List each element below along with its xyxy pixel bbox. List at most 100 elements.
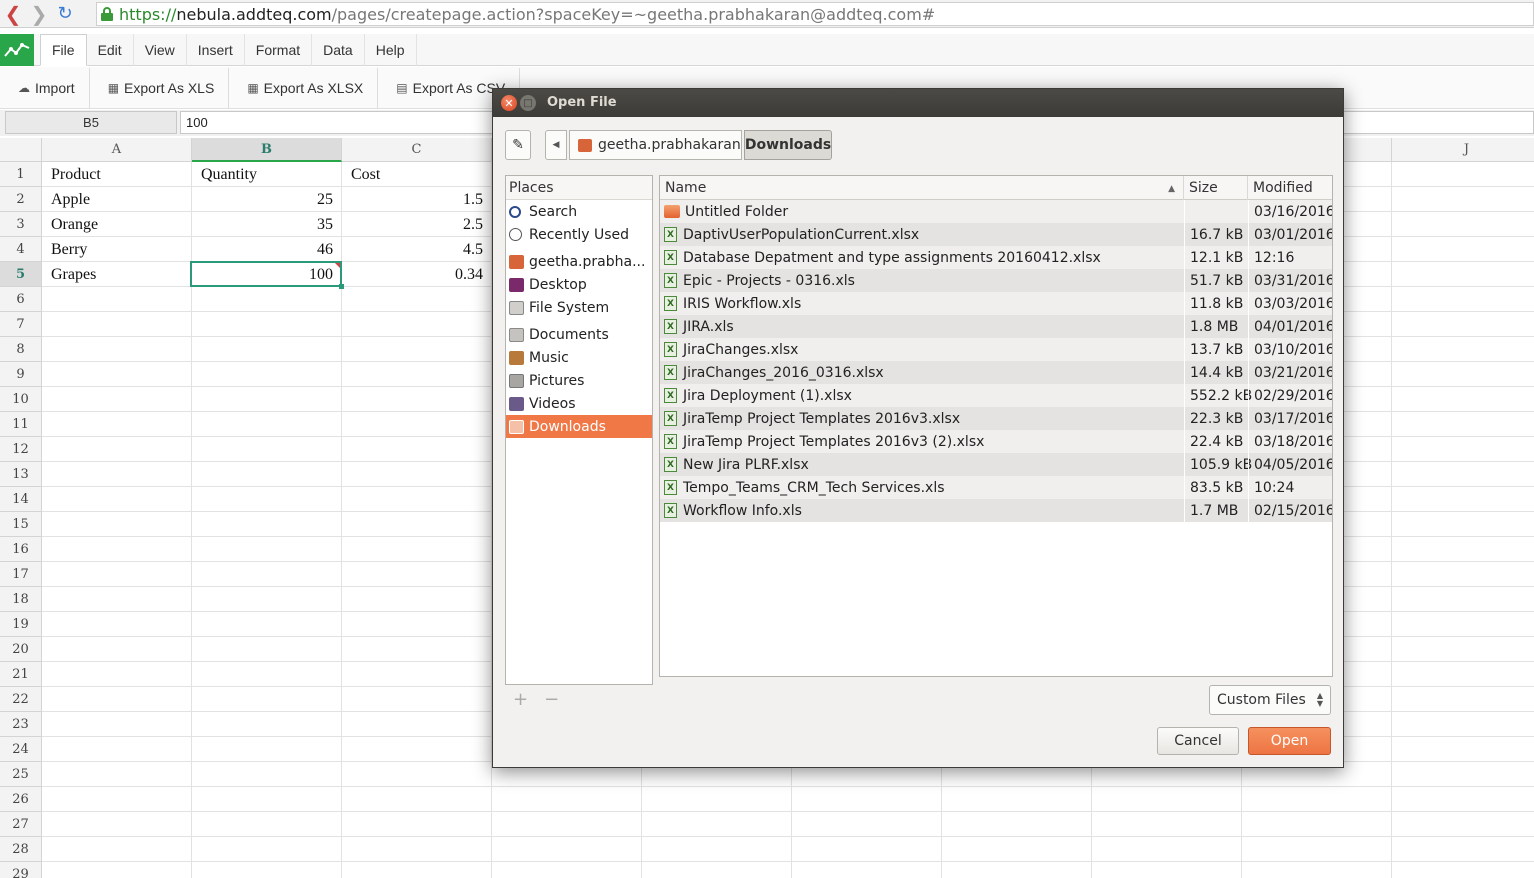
breadcrumb-home[interactable]: geetha.prabhakaran [569,130,742,160]
row-header[interactable]: 5 [0,262,42,287]
cell-b1[interactable]: Quantity [192,162,342,187]
file-row[interactable]: X Database Depatment and type assignments… [660,246,1332,269]
file-row[interactable]: X JiraTemp Project Templates 2016v3.xlsx 2… [660,407,1332,430]
place-geetha-prabha[interactable]: geetha.prabha... [506,250,652,273]
row-header[interactable]: 9 [0,362,42,387]
row-header[interactable]: 7 [0,312,42,337]
path-back-button[interactable]: ◀ [545,130,567,160]
cell-b2[interactable]: 25 [192,187,342,212]
column-header-j[interactable]: J [1392,138,1534,162]
cell-a1[interactable]: Product [42,162,192,187]
import-button[interactable]: ☁ Import [0,67,90,108]
row-header[interactable]: 6 [0,287,42,312]
column-header-c[interactable]: C [342,138,492,162]
breadcrumb-downloads[interactable]: Downloads [744,130,832,160]
reload-icon[interactable]: ↻ [52,1,78,27]
place-downloads[interactable]: Downloads [506,415,652,438]
row-header[interactable]: 23 [0,712,42,737]
file-row[interactable]: X DaptivUserPopulationCurrent.xlsx 16.7 kB… [660,223,1332,246]
row-header[interactable]: 4 [0,237,42,262]
column-header-a[interactable]: A [42,138,192,162]
cell-a2[interactable]: Apple [42,187,192,212]
place-recently-used[interactable]: Recently Used [506,223,652,246]
cell-name-box[interactable]: B5 [5,111,177,134]
file-row[interactable]: X JiraChanges.xlsx 13.7 kB 03/10/2016 [660,338,1332,361]
file-row[interactable]: X Jira Deployment (1).xlsx 552.2 kB 02/29/2… [660,384,1332,407]
file-row[interactable]: Untitled Folder 03/16/2016 [660,200,1332,223]
cell-c5[interactable]: 0.34 [342,262,492,287]
cell-a4[interactable]: Berry [42,237,192,262]
close-icon[interactable]: ✕ [501,95,517,111]
row-header[interactable]: 10 [0,387,42,412]
cell-c4[interactable]: 4.5 [342,237,492,262]
menu-file[interactable]: File [40,34,87,66]
cell-b4[interactable]: 46 [192,237,342,262]
row-header[interactable]: 17 [0,562,42,587]
row-header[interactable]: 12 [0,437,42,462]
row-header[interactable]: 20 [0,637,42,662]
cell-c1[interactable]: Cost [342,162,492,187]
row-header[interactable]: 25 [0,762,42,787]
place-desktop[interactable]: Desktop [506,273,652,296]
remove-bookmark-button[interactable]: − [544,689,559,710]
row-header[interactable]: 29 [0,862,42,878]
minimize-icon[interactable]: □ [520,95,536,111]
place-search[interactable]: Search [506,200,652,223]
file-row[interactable]: X Workflow Info.xls 1.7 MB 02/15/2016 [660,499,1332,522]
row-header[interactable]: 28 [0,837,42,862]
cell-a3[interactable]: Orange [42,212,192,237]
file-row[interactable]: X New Jira PLRF.xlsx 105.9 kB 04/05/2016 [660,453,1332,476]
file-row[interactable]: X Epic - Projects - 0316.xls 51.7 kB 03/31/… [660,269,1332,292]
file-row[interactable]: X JiraTemp Project Templates 2016v3 (2).x… [660,430,1332,453]
row-header[interactable]: 8 [0,337,42,362]
type-location-button[interactable]: ✎ [505,130,531,160]
row-header[interactable]: 21 [0,662,42,687]
row-header[interactable]: 2 [0,187,42,212]
row-header[interactable]: 19 [0,612,42,637]
place-file-system[interactable]: File System [506,296,652,319]
menu-data[interactable]: Data [312,34,365,66]
place-music[interactable]: Music [506,346,652,369]
menu-edit[interactable]: Edit [87,34,134,66]
row-header[interactable]: 27 [0,812,42,837]
menu-insert[interactable]: Insert [187,34,245,66]
row-header[interactable]: 3 [0,212,42,237]
row-header[interactable]: 24 [0,737,42,762]
place-documents[interactable]: Documents [506,323,652,346]
export-xls-button[interactable]: ▦ Export As XLS [90,67,230,108]
file-row[interactable]: X Tempo_Teams_CRM_Tech Services.xls 83.5 k… [660,476,1332,499]
column-header-size[interactable]: Size [1184,176,1248,200]
row-header[interactable]: 13 [0,462,42,487]
place-videos[interactable]: Videos [506,392,652,415]
row-header[interactable]: 11 [0,412,42,437]
cell-a5[interactable]: Grapes [42,262,192,287]
row-header[interactable]: 16 [0,537,42,562]
open-button[interactable]: Open [1248,727,1331,755]
back-arrow-icon[interactable]: ❮ [0,1,26,27]
dialog-titlebar[interactable]: ✕ □ Open File [493,89,1343,117]
file-type-filter[interactable]: Custom Files ▲ ▼ [1209,685,1331,715]
place-pictures[interactable]: Pictures [506,369,652,392]
grid-corner[interactable] [0,138,42,162]
file-list[interactable]: Name ▲ Size Modified Untitled Folder 03/16… [659,175,1333,677]
menu-format[interactable]: Format [245,34,313,66]
column-header-name[interactable]: Name ▲ [660,176,1184,200]
file-row[interactable]: X JiraChanges_2016_0316.xlsx 14.4 kB 03/21/… [660,361,1332,384]
row-header[interactable]: 1 [0,162,42,187]
column-header-b[interactable]: B [192,138,342,162]
menu-view[interactable]: View [134,34,187,66]
cell-c3[interactable]: 2.5 [342,212,492,237]
column-header-modified[interactable]: Modified [1248,176,1332,200]
file-row[interactable]: X JIRA.xls 1.8 MB 04/01/2016 [660,315,1332,338]
row-header[interactable]: 18 [0,587,42,612]
cell-c2[interactable]: 1.5 [342,187,492,212]
export-xlsx-button[interactable]: ▦ Export As XLSX [229,67,379,108]
menu-help[interactable]: Help [365,34,417,66]
address-bar[interactable]: https://nebula.addteq.com/pages/createpa… [96,2,1534,26]
row-header[interactable]: 26 [0,787,42,812]
row-header[interactable]: 22 [0,687,42,712]
file-row[interactable]: X IRIS Workflow.xls 11.8 kB 03/03/2016 [660,292,1332,315]
row-header[interactable]: 15 [0,512,42,537]
cell-b3[interactable]: 35 [192,212,342,237]
row-header[interactable]: 14 [0,487,42,512]
